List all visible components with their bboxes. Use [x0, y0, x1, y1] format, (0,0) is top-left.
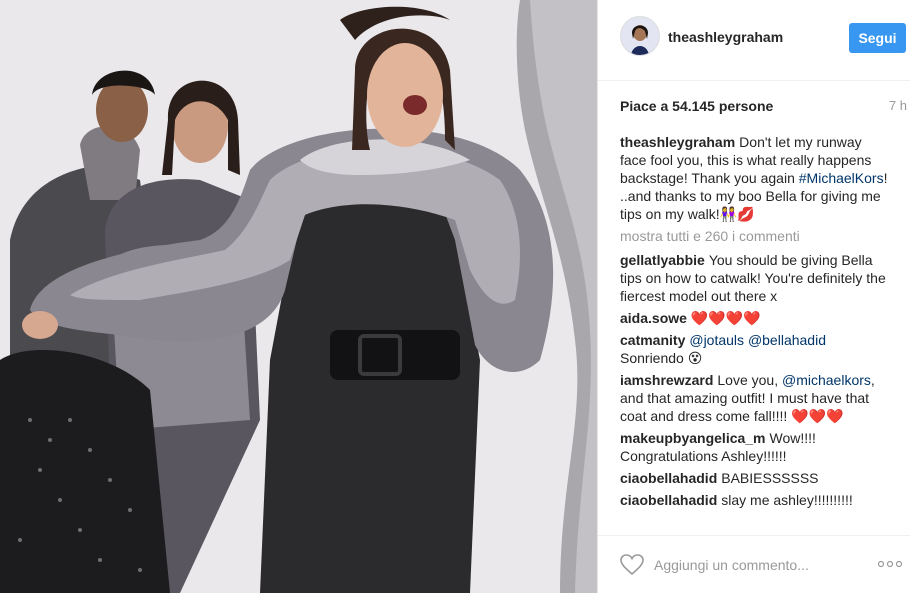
comment: catmanity @jotauls @bellahadid Sonriendo 😵 — [620, 331, 890, 367]
caption-emoji: 👭💋 — [719, 206, 755, 222]
comment-username[interactable]: ciaobellahadid — [620, 470, 717, 486]
comment-text: ❤️❤️❤️❤️ — [690, 310, 761, 326]
post-author-username[interactable]: theashleygraham — [668, 29, 783, 45]
post-time: 7 h — [888, 98, 907, 113]
comment-text: slay me ashley!!!!!!!!!! — [721, 492, 853, 508]
comment-text: Love you, — [717, 372, 782, 388]
comment-mention[interactable]: @michaelkors — [782, 372, 871, 388]
show-all-comments-link[interactable]: mostra tutti e 260 i commenti — [620, 227, 890, 245]
profile-photo-icon — [621, 17, 659, 55]
ellipsis-icon[interactable] — [877, 557, 903, 571]
comment-text: Sonriendo 😵 — [620, 350, 703, 366]
comment: makeupbyangelica_m Wow!!!! Congratulation… — [620, 429, 890, 465]
comment-mention[interactable]: @bellahadid — [748, 332, 826, 348]
likes-count[interactable]: Piace a 54.145 persone — [620, 98, 773, 114]
post-photo[interactable] — [0, 0, 597, 593]
comment-username[interactable]: aida.sowe — [620, 310, 687, 326]
comment: aida.sowe ❤️❤️❤️❤️ — [620, 309, 890, 327]
instagram-post-view: theashleygraham Segui Piace a 54.145 per… — [0, 0, 910, 593]
comment-text: BABIESSSSSS — [721, 470, 819, 486]
comment: iamshrewzard Love you, @michaelkors, and … — [620, 371, 890, 425]
comment-mention[interactable]: @jotauls — [689, 332, 744, 348]
comment-username[interactable]: gellatlyabbie — [620, 252, 705, 268]
comments-list: theashleygraham Don't let my runway face … — [620, 133, 890, 530]
comment-username[interactable]: ciaobellahadid — [620, 492, 717, 508]
comment: gellatlyabbie You should be giving Bella … — [620, 251, 890, 305]
caption-hashtag[interactable]: #MichaelKors — [799, 170, 884, 186]
add-comment-input[interactable] — [654, 554, 854, 576]
runway-backstage-photo — [0, 0, 597, 593]
likes-row: Piace a 54.145 persone 7 h — [620, 96, 907, 116]
comment-username[interactable]: makeupbyangelica_m — [620, 430, 766, 446]
follow-button[interactable]: Segui — [849, 23, 906, 53]
avatar[interactable] — [620, 16, 660, 56]
heart-outline-icon[interactable] — [620, 554, 644, 576]
comment-username[interactable]: iamshrewzard — [620, 372, 713, 388]
comment: ciaobellahadid BABIESSSSSS — [620, 469, 890, 487]
comment-bar — [598, 535, 910, 594]
comment: ciaobellahadid slay me ashley!!!!!!!!!! — [620, 491, 890, 509]
caption: theashleygraham Don't let my runway face … — [620, 133, 890, 223]
comment-username[interactable]: catmanity — [620, 332, 685, 348]
caption-username[interactable]: theashleygraham — [620, 134, 735, 150]
post-sidebar: theashleygraham Segui Piace a 54.145 per… — [597, 0, 910, 593]
post-header: theashleygraham Segui — [598, 0, 910, 81]
